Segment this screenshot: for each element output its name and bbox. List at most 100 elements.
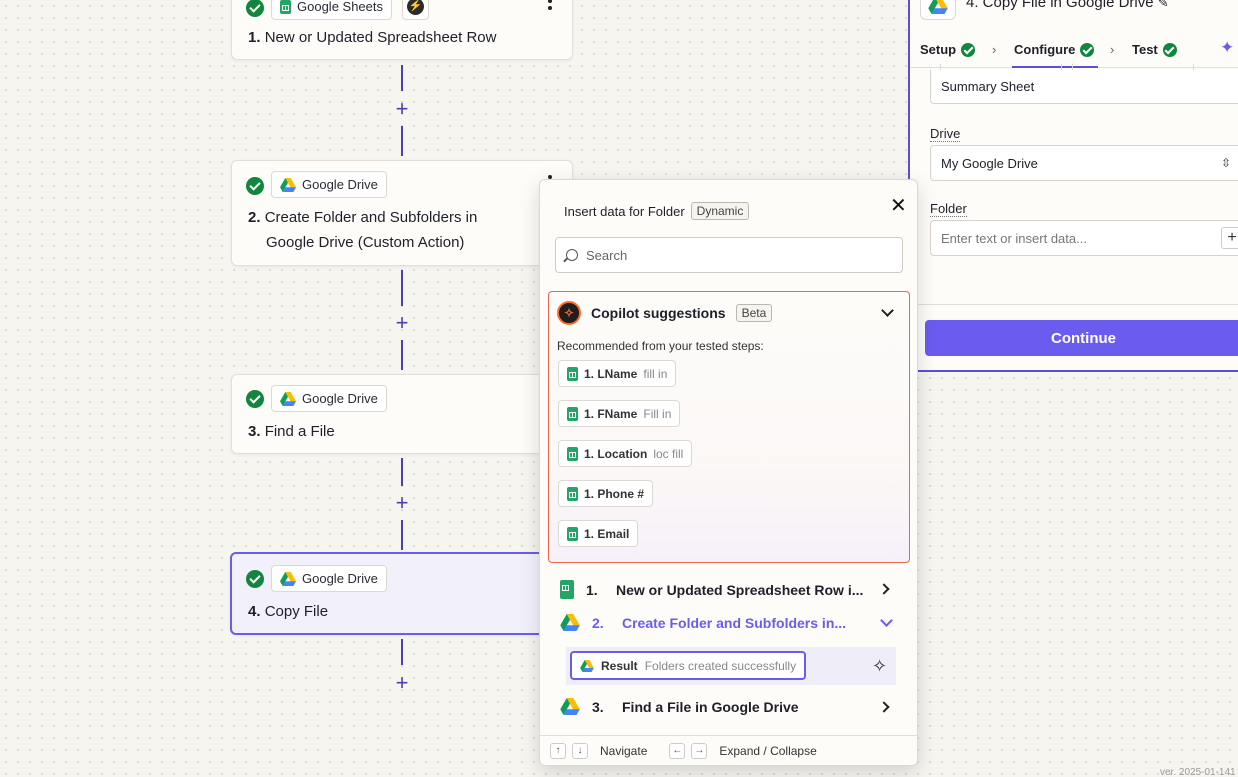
connector-line [401,340,403,370]
insert-data-plus-icon[interactable]: + [1221,227,1238,249]
google-sheets-icon [560,580,574,599]
suggestion-item[interactable]: 1. Location loc fill [558,440,693,467]
result-row: Result Folders created successfully ✧ [566,647,896,685]
add-step-button[interactable]: + [393,492,411,514]
check-icon [246,0,264,17]
check-icon [961,42,976,57]
app-name: Google Drive [302,177,378,192]
tab-setup[interactable]: Setup [920,42,976,57]
dropdown-title: Insert data for Folder Dynamic [564,202,750,220]
beta-badge: Beta [735,304,773,322]
app-chip-google-drive: Google Drive [271,171,387,198]
connector-line [401,639,403,665]
copilot-suggestions-section: ✧ Copilot suggestions Beta Recommended f… [548,291,910,563]
connector-line [401,126,403,156]
check-icon [246,177,264,195]
chevron-down-icon[interactable] [881,304,894,317]
sparkle-icon[interactable]: ✦ [1220,38,1234,58]
google-drive-icon [560,698,580,715]
suggestion-item[interactable]: 1. LName fill in [558,360,677,387]
google-drive-icon [280,571,296,586]
app-chip-google-sheets: Google Sheets [271,0,393,20]
step-title: 4. Copy File [248,603,329,620]
instant-trigger-badge: ⚡ [402,0,429,20]
add-step-button[interactable]: + [393,672,411,694]
insert-data-dropdown: Insert data for Folder Dynamic ✕ Search … [539,179,918,766]
chevron-right-icon: › [992,42,997,57]
chevron-right-icon: › [1110,42,1115,57]
chevron-right-icon[interactable] [878,701,890,713]
suggestion-item[interactable]: 1. Phone # [558,480,654,507]
google-sheets-icon [567,406,578,421]
folder-label: Folder [930,201,967,217]
app-name: Google Drive [302,391,378,406]
chevron-down-icon[interactable] [880,614,893,627]
suggestion-item[interactable]: 1. FName Fill in [558,400,681,427]
drive-select[interactable]: My Google Drive ⇳ [930,145,1238,181]
check-icon [246,570,264,588]
panel-title[interactable]: 4. Copy File in Google Drive ✎ [966,0,1169,11]
app-chip-google-drive: Google Drive [271,565,387,592]
more-options-icon[interactable] [548,0,552,13]
app-chip-google-drive: Google Drive [271,385,387,412]
google-sheets-icon [280,0,291,14]
expand-collapse-hint: Expand / Collapse [719,744,817,758]
version-label: ver. 2025-01-141 [1160,767,1236,777]
app-name: Google Drive [302,571,378,586]
recommend-text: Recommended from your tested steps: [557,339,764,353]
close-icon[interactable]: ✕ [890,193,907,218]
suggestion-item[interactable]: 1. Email [558,520,639,547]
arrow-up-key-icon: ↑ [550,743,566,759]
arrow-down-key-icon: ↓ [572,743,588,759]
check-icon [1162,42,1177,57]
google-sheets-icon [567,526,578,541]
step-group-3[interactable]: 3. Find a File in Google Drive [560,698,799,715]
file-name-field[interactable]: Summary Sheet [930,70,1238,104]
google-drive-icon [280,177,296,192]
connector-line [401,520,403,550]
result-data-pill[interactable]: Result Folders created successfully [570,651,807,680]
google-drive-icon [280,391,296,406]
folder-input[interactable]: Enter text or insert data... + [930,220,1238,256]
step-group-1[interactable]: 1. New or Updated Spreadsheet Row i... [560,580,863,599]
keyboard-hints-footer: ↑ ↓ Navigate ← → Expand / Collapse [540,735,917,766]
add-step-button[interactable]: + [393,312,411,334]
google-sheets-icon [567,486,578,501]
connector-line [401,270,403,306]
copilot-header[interactable]: ✧ Copilot suggestions Beta [557,301,773,325]
continue-button[interactable]: Continue [925,320,1238,356]
connector-line [401,65,403,91]
step-card-3[interactable]: Google Drive 3. Find a File [231,374,573,454]
pencil-icon[interactable]: ✎ [1158,0,1169,10]
google-drive-icon [928,0,948,14]
divider [910,304,1238,305]
bolt-icon: ⚡ [407,0,424,15]
connector-line [401,458,403,486]
dynamic-badge: Dynamic [690,202,750,220]
google-sheets-icon [567,366,578,381]
add-step-button[interactable]: + [393,98,411,120]
chevron-right-icon[interactable] [878,583,890,595]
step-title: 3. Find a File [248,423,335,440]
app-name: Google Sheets [297,0,384,14]
google-sheets-icon [567,446,578,461]
step-card-4[interactable]: Google Drive 4. Copy File [230,552,572,635]
arrow-right-key-icon: → [691,743,708,759]
tab-configure[interactable]: Configure [1014,42,1095,57]
updown-chevron-icon: ⇳ [1220,156,1231,170]
google-drive-icon [560,614,580,631]
search-input[interactable]: Search [555,237,903,273]
tab-test[interactable]: Test [1132,42,1177,57]
step-config-panel: 4. Copy File in Google Drive ✎ Setup › C… [908,0,1238,372]
step-title: 2. Create Folder and Subfolders in Googl… [248,209,478,251]
step-title: 1. New or Updated Spreadsheet Row [248,29,497,46]
step-card-1[interactable]: Google Sheets ⚡ 1. New or Updated Spread… [231,0,573,60]
sparkle-icon[interactable]: ✧ [872,656,887,677]
navigate-hint: Navigate [600,744,648,758]
step-card-2[interactable]: Google Drive 2. Create Folder and Subfol… [231,160,573,266]
search-icon [566,249,578,261]
google-drive-app-icon [920,0,956,20]
copilot-logo-icon: ✧ [557,301,581,325]
step-group-2[interactable]: 2. Create Folder and Subfolders in... [560,614,846,631]
arrow-left-key-icon: ← [669,743,686,759]
